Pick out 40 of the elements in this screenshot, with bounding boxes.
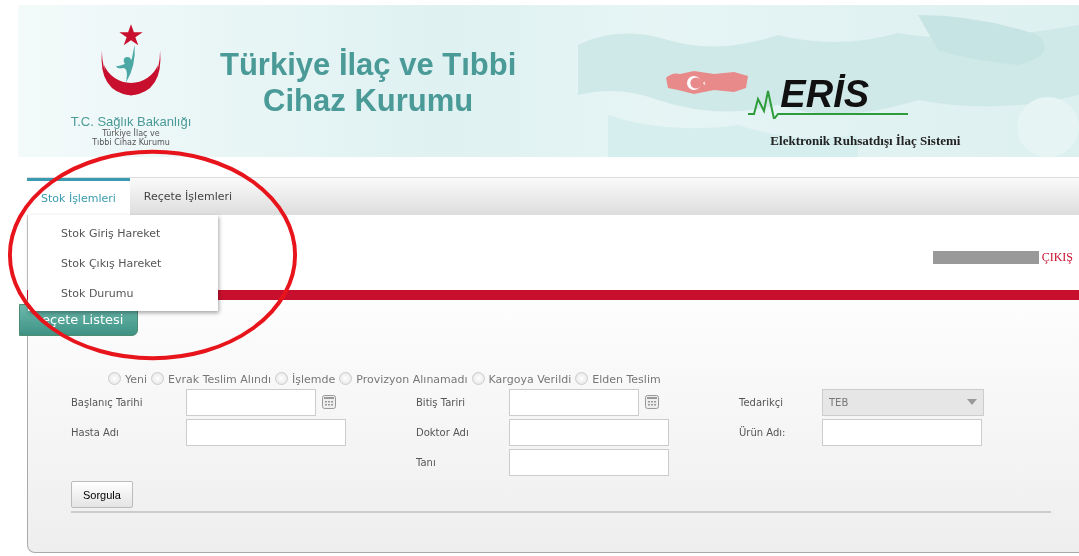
radio-label: Elden Teslim — [592, 373, 661, 386]
radio-button[interactable] — [339, 372, 353, 385]
radio-label: İşlemde — [292, 373, 336, 386]
radio-label: Evrak Teslim Alındı — [168, 373, 271, 386]
field-label: Tanı — [416, 456, 437, 468]
date-field[interactable] — [186, 388, 316, 416]
ministry-name: T.C. Sağlık Bakanlığı — [70, 114, 192, 129]
calendar-icon[interactable] — [322, 395, 336, 409]
field-label: Doktor Adı — [416, 426, 470, 438]
text-field[interactable] — [186, 418, 346, 446]
field-label: Hasta Adı — [71, 426, 120, 438]
text-field[interactable] — [822, 418, 982, 446]
text-field[interactable] — [509, 418, 669, 446]
radio-button[interactable] — [575, 372, 589, 385]
menu-item[interactable]: Stok Çıkış Hareket — [28, 248, 218, 278]
caret-icon — [967, 399, 977, 405]
agency-title: Cihaz Kurumu — [263, 83, 474, 119]
agency-name: Türkiye İlaç ve — [102, 129, 160, 138]
agency-title: Türkiye İlaç ve Tıbbi — [220, 47, 517, 83]
radio-label: Provizyon Alınamadı — [356, 373, 468, 386]
radio-label: Yeni — [125, 373, 148, 386]
field-label: Bitiş Tariri — [416, 396, 467, 408]
radio-button[interactable] — [275, 372, 288, 385]
menu-item[interactable]: Stok Giriş Hareket — [28, 218, 218, 248]
field-label: Başlanıç Tarihi — [71, 396, 144, 408]
date-field[interactable] — [509, 388, 639, 416]
query-button[interactable]: Sorgula — [71, 481, 133, 508]
system-logo: ERİS — [780, 75, 870, 113]
system-name: Elektronik Ruhsatdışı İlaç Sistemi — [770, 133, 961, 149]
field-label: Tedarikçi — [739, 396, 784, 408]
field-label: Ürün Adı: — [739, 426, 787, 438]
calendar-icon[interactable] — [645, 395, 659, 409]
agency-name: Tıbbi Cihaz Kurumu — [92, 138, 170, 147]
radio-button[interactable] — [471, 372, 485, 385]
menu-tab[interactable]: Reçete İşlemleri — [129, 178, 247, 215]
radio-button[interactable] — [108, 372, 121, 385]
radio-label: Kargoya Verildi — [488, 373, 572, 386]
text-field[interactable] — [509, 448, 669, 476]
logout-link[interactable]: ÇIKIŞ — [1041, 250, 1073, 265]
radio-button[interactable] — [151, 372, 165, 385]
